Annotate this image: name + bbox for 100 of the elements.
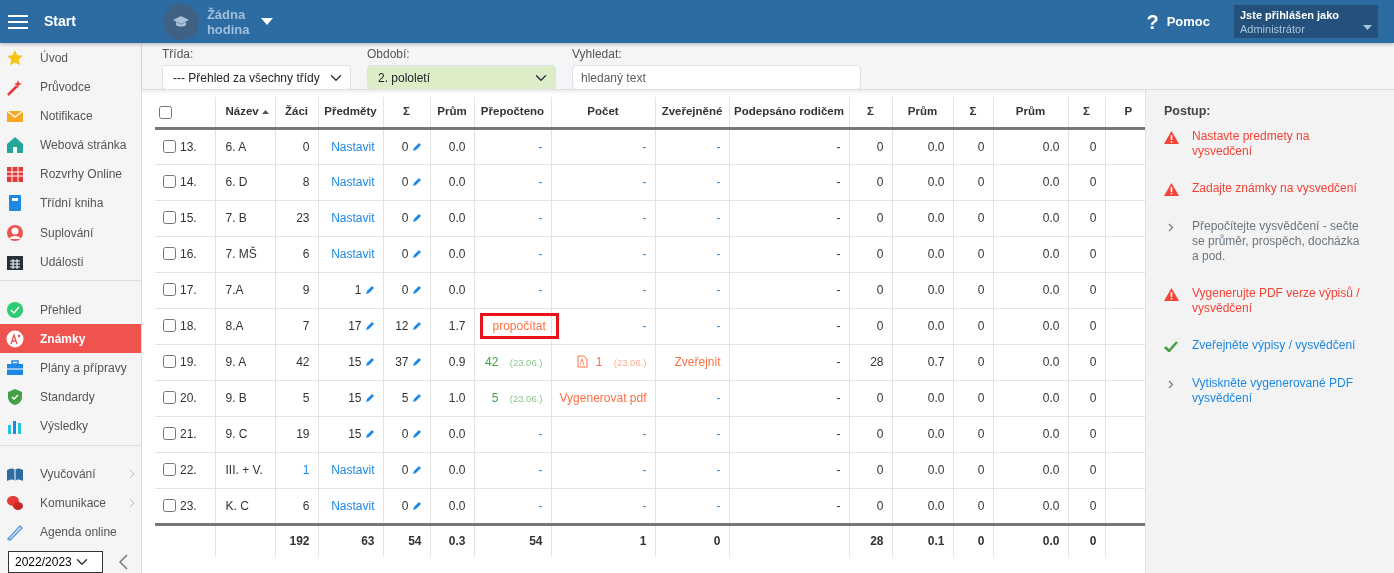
dash-link[interactable]: -	[538, 247, 543, 261]
caret-icon[interactable]	[260, 17, 273, 26]
help-icon[interactable]: ?	[1146, 6, 1159, 37]
dash-link[interactable]: -	[642, 463, 647, 477]
pencil-icon[interactable]	[364, 321, 375, 331]
period-select[interactable]: 2. pololetí	[367, 65, 556, 90]
row-checkbox[interactable]	[163, 355, 176, 368]
row-checkbox[interactable]	[163, 427, 176, 440]
sidebar-item[interactable]: Výsledky	[0, 411, 141, 441]
help-link[interactable]: Pomoc	[1166, 11, 1210, 32]
sidebar-item[interactable]: Webová stránka	[0, 130, 141, 160]
row-checkbox[interactable]	[163, 283, 176, 296]
dash-link[interactable]: -	[538, 283, 543, 297]
dash-link[interactable]: -	[538, 211, 543, 225]
dash-link[interactable]: -	[716, 175, 721, 189]
pdf-file-icon[interactable]	[577, 355, 589, 368]
year-select[interactable]: 2022/2023	[8, 551, 103, 573]
sidebar-item[interactable]: Průvodce	[0, 72, 141, 102]
step-text[interactable]: Vygenerujte PDF verze výpisů / vysvědčení	[1192, 285, 1367, 316]
dash-link[interactable]: -	[642, 427, 647, 441]
dash-link[interactable]: -	[642, 211, 647, 225]
class-select[interactable]: --- Přehled za všechny třídy	[162, 65, 351, 90]
dash-link[interactable]: -	[642, 319, 647, 333]
dash-link[interactable]: -	[716, 139, 721, 154]
dash-link[interactable]: -	[642, 247, 647, 261]
set-subjects-link[interactable]: Nastavit	[331, 139, 375, 154]
pencil-icon[interactable]	[411, 177, 422, 187]
row-checkbox[interactable]	[163, 319, 176, 332]
sidebar-item[interactable]: Suplování	[0, 217, 141, 248]
sidebar-item[interactable]: Přehled	[0, 295, 141, 325]
dash-link[interactable]: -	[716, 498, 721, 513]
step-text[interactable]: Zveřejněte výpisy / vysvědčení	[1192, 337, 1367, 354]
app-title[interactable]: Start	[44, 11, 76, 32]
dash-link[interactable]: -	[538, 139, 543, 154]
row-checkbox[interactable]	[163, 498, 176, 512]
dash-link[interactable]: -	[538, 498, 543, 513]
sidebar-item[interactable]: Události	[0, 247, 141, 277]
dash-link[interactable]: -	[642, 498, 647, 513]
pencil-icon[interactable]	[411, 141, 422, 152]
sidebar-item[interactable]: Standardy	[0, 382, 141, 412]
select-all-checkbox[interactable]	[159, 106, 172, 119]
user-menu[interactable]: Jste přihlášen jako Administrátor	[1234, 5, 1378, 38]
step-text[interactable]: Vytiskněte vygenerované PDF vysvědčení	[1192, 375, 1367, 406]
set-subjects-link[interactable]: Nastavit	[331, 211, 375, 225]
row-checkbox[interactable]	[163, 391, 176, 404]
set-subjects-link[interactable]: Nastavit	[331, 247, 375, 261]
dash-link[interactable]: -	[716, 463, 721, 477]
pencil-icon[interactable]	[411, 321, 422, 331]
sidebar-item[interactable]: Rozvrhy Online	[0, 159, 141, 189]
pencil-icon[interactable]	[364, 357, 375, 367]
sidebar-item[interactable]: Notifikace	[0, 101, 141, 131]
collapse-chevron-icon[interactable]	[119, 554, 128, 570]
sidebar-item[interactable]: Třídní kniha	[0, 188, 141, 218]
pencil-icon[interactable]	[364, 393, 375, 403]
lesson-label[interactable]: Žádna hodina	[206, 6, 257, 37]
student-count[interactable]: 1	[302, 463, 310, 477]
step-text[interactable]: Zadajte známky na vysvedčení	[1192, 180, 1367, 197]
dash-link[interactable]: -	[716, 319, 721, 333]
dash-link[interactable]: -	[538, 463, 543, 477]
action-link[interactable]: propočítat	[482, 316, 556, 336]
menu-icon[interactable]	[8, 13, 28, 30]
search-field[interactable]: hledaný text	[572, 65, 861, 90]
sidebar-item[interactable]: Úvod	[0, 43, 141, 73]
sidebar-item[interactable]: Vyučování	[0, 459, 141, 489]
dash-link[interactable]: -	[642, 283, 647, 297]
pdf-count-link[interactable]: 1	[595, 355, 603, 369]
row-checkbox[interactable]	[163, 175, 176, 188]
sidebar-item[interactable]: Agenda online	[0, 517, 141, 547]
pencil-icon[interactable]	[411, 285, 422, 295]
action-link[interactable]: Vygenerovat pdf	[559, 391, 647, 405]
set-subjects-link[interactable]: Nastavit	[331, 498, 375, 513]
pencil-icon[interactable]	[411, 213, 422, 223]
action-link[interactable]: Zveřejnit	[674, 355, 721, 369]
sort-up-icon[interactable]	[261, 110, 269, 115]
pencil-icon[interactable]	[364, 429, 375, 439]
dash-link[interactable]: -	[716, 247, 721, 261]
dash-link[interactable]: -	[716, 211, 721, 225]
dash-link[interactable]: -	[716, 283, 721, 297]
sidebar-item[interactable]: Známky	[0, 324, 141, 354]
column-header[interactable]: Název	[225, 105, 259, 118]
dash-link[interactable]: -	[538, 175, 543, 189]
row-checkbox[interactable]	[163, 463, 176, 476]
dash-link[interactable]: -	[538, 427, 543, 441]
sidebar-item[interactable]: Plány a přípravy	[0, 353, 141, 383]
row-checkbox[interactable]	[163, 247, 176, 260]
dash-link[interactable]: -	[642, 175, 647, 189]
pencil-icon[interactable]	[411, 393, 422, 403]
pencil-icon[interactable]	[411, 429, 422, 439]
sidebar-item[interactable]: Komunikace	[0, 488, 141, 518]
pencil-icon[interactable]	[411, 500, 422, 511]
pencil-icon[interactable]	[411, 465, 422, 475]
row-checkbox[interactable]	[163, 139, 176, 153]
row-checkbox[interactable]	[163, 211, 176, 224]
dash-link[interactable]: -	[716, 391, 721, 405]
step-text[interactable]: Nastavte predmety na vysvedčení	[1192, 128, 1367, 159]
dash-link[interactable]: -	[716, 427, 721, 441]
pencil-icon[interactable]	[364, 285, 375, 295]
pencil-icon[interactable]	[411, 249, 422, 259]
dash-link[interactable]: -	[642, 139, 647, 154]
set-subjects-link[interactable]: Nastavit	[331, 175, 375, 189]
